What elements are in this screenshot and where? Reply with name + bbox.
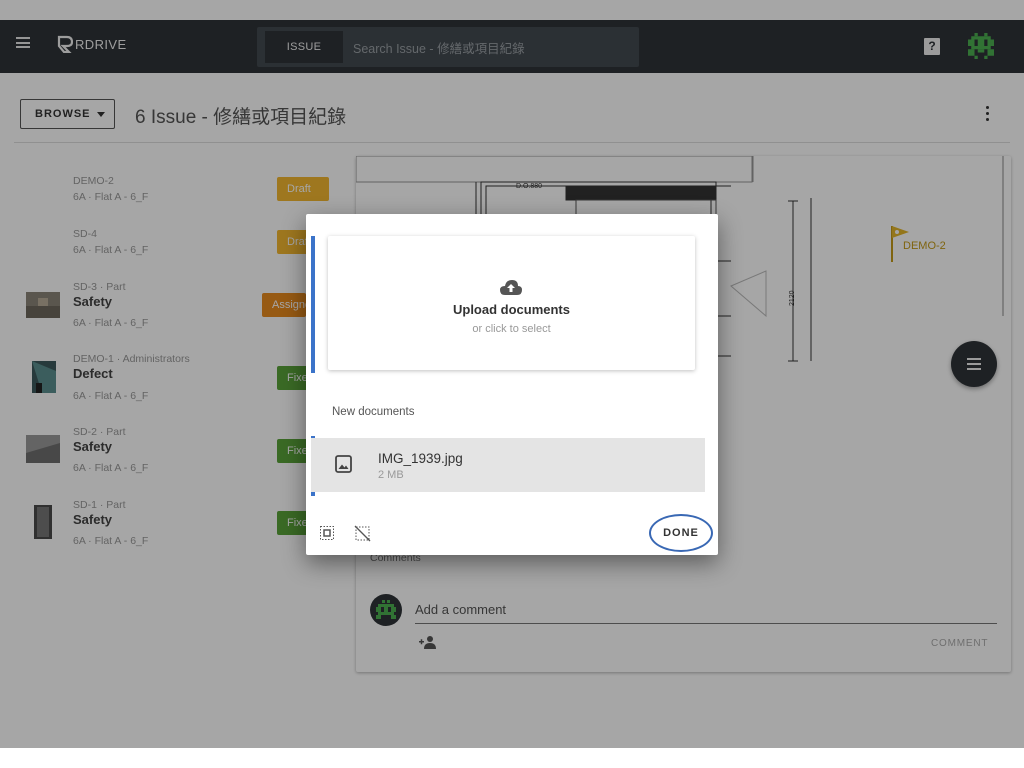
bottom-strip xyxy=(0,748,1024,768)
deselect-all-icon[interactable] xyxy=(354,525,371,542)
upload-accent-bar xyxy=(311,236,315,373)
upload-dropzone[interactable]: Upload documents or click to select xyxy=(328,236,695,370)
new-documents-heading: New documents xyxy=(332,406,415,418)
image-file-icon xyxy=(335,455,352,473)
upload-subtitle: or click to select xyxy=(472,323,551,335)
document-list-item[interactable]: IMG_1939.jpg 2 MB xyxy=(311,438,705,492)
document-name: IMG_1939.jpg xyxy=(378,451,463,466)
done-button[interactable]: DONE xyxy=(649,514,713,552)
cloud-upload-icon xyxy=(500,280,522,295)
select-all-icon[interactable] xyxy=(320,526,334,540)
upload-title: Upload documents xyxy=(452,302,570,317)
document-size: 2 MB xyxy=(378,469,404,481)
upload-documents-dialog: Upload documents or click to select New … xyxy=(306,214,718,555)
